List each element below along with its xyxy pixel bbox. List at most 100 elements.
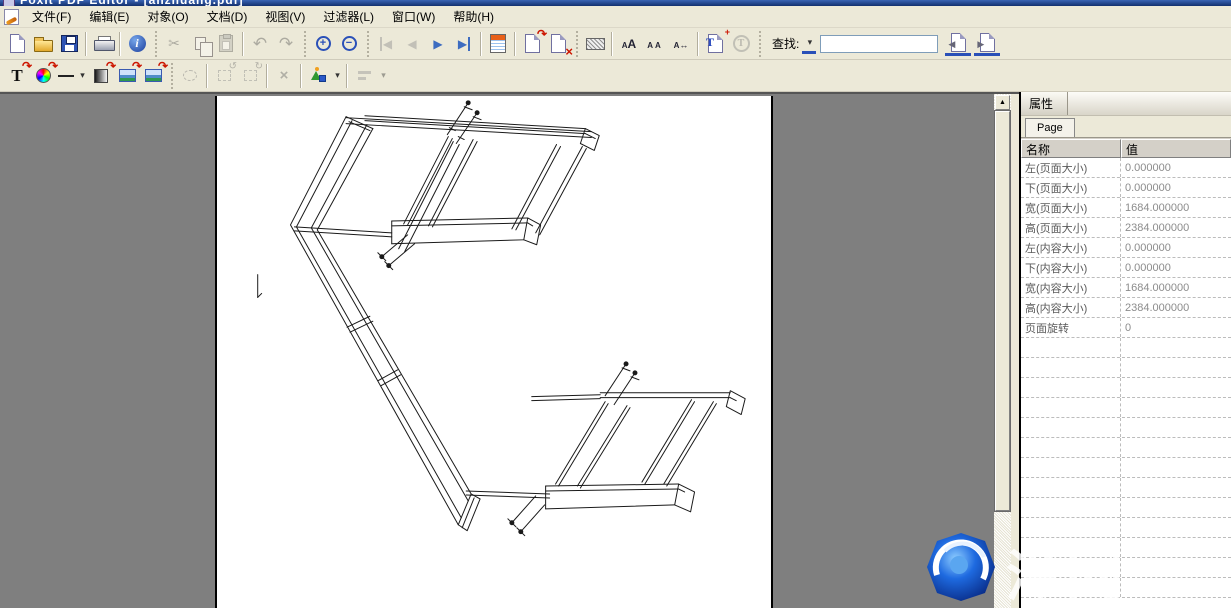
- red-curve-icon: ↷: [158, 59, 168, 73]
- add-image-button[interactable]: ↷: [140, 63, 166, 89]
- empty-row: [1021, 478, 1231, 498]
- hatch-pattern-button[interactable]: [582, 31, 608, 57]
- property-row[interactable]: 宽(内容大小) 1684.000000: [1021, 278, 1231, 298]
- menu-file[interactable]: 文件(F): [23, 5, 80, 28]
- scrollbar-thumb[interactable]: [995, 111, 1010, 511]
- add-text-button[interactable]: T↷: [4, 63, 30, 89]
- menu-edit[interactable]: 编辑(E): [80, 5, 138, 28]
- save-button[interactable]: [56, 31, 82, 57]
- new-document-button[interactable]: [4, 31, 30, 57]
- next-page-button[interactable]: ▶: [425, 31, 451, 57]
- align-objects-button[interactable]: [351, 63, 377, 89]
- property-row[interactable]: 左(页面大小) 0.000000: [1021, 158, 1231, 178]
- line-icon: [58, 75, 74, 77]
- page-layout-button[interactable]: [485, 31, 511, 57]
- arrows-icon: ↔: [679, 40, 688, 50]
- document-canvas[interactable]: [0, 92, 994, 608]
- toolbar-main: i ✂ ↶ ↷ + − ◀ ◀ ▶ ▶ ↷ × AA AA A↔ T+ T 查找…: [0, 28, 1231, 60]
- fill-gradient-button[interactable]: ↷: [88, 63, 114, 89]
- edit-color-button[interactable]: ↷: [30, 63, 56, 89]
- edit-image-button[interactable]: ↷: [114, 63, 140, 89]
- toolbar-grip[interactable]: [154, 31, 157, 57]
- property-name: 宽(内容大小): [1021, 278, 1121, 297]
- rotate-page-button[interactable]: ↷: [519, 31, 545, 57]
- toolbar-grip[interactable]: [758, 31, 761, 57]
- line-style-dropdown[interactable]: ▾: [76, 63, 88, 89]
- property-row[interactable]: 下(页面大小) 0.000000: [1021, 178, 1231, 198]
- menu-view[interactable]: 视图(V): [256, 5, 314, 28]
- main-area: ▲ 属性 Page 名称 值 左(页面大小) 0.000000 下(页面大小) …: [0, 92, 1231, 608]
- open-file-button[interactable]: [30, 31, 56, 57]
- find-group: 查找: ▾ ◀ ▶: [769, 32, 1000, 56]
- menu-window[interactable]: 窗口(W): [383, 5, 444, 28]
- zoom-in-button[interactable]: +: [310, 31, 336, 57]
- separator: [300, 64, 302, 88]
- line-style-button[interactable]: [56, 63, 76, 89]
- toolbar-grip[interactable]: [366, 31, 369, 57]
- zoom-out-button[interactable]: −: [336, 31, 362, 57]
- rotate-left-icon: ↺: [229, 61, 237, 72]
- menu-filter[interactable]: 过滤器(L): [314, 5, 383, 28]
- blue-t-icon: T: [706, 35, 714, 50]
- insert-shape-button[interactable]: [305, 63, 331, 89]
- toolbar-grip[interactable]: [303, 31, 306, 57]
- last-page-button[interactable]: ▶: [451, 31, 477, 57]
- arrow-right-icon: ▶: [977, 39, 984, 50]
- property-value: 0.000000: [1121, 238, 1231, 257]
- replace-font-button[interactable]: AA: [616, 31, 642, 57]
- insert-shape-dropdown[interactable]: ▾: [331, 63, 343, 89]
- menu-help[interactable]: 帮助(H): [444, 5, 503, 28]
- pdf-page[interactable]: [215, 96, 773, 608]
- cut-button[interactable]: ✂: [161, 31, 187, 57]
- add-text-object-button[interactable]: T+: [702, 31, 728, 57]
- delete-page-button[interactable]: ×: [545, 31, 571, 57]
- align-dropdown[interactable]: ▾: [377, 63, 389, 89]
- vertical-scrollbar[interactable]: ▲: [994, 92, 1011, 608]
- new-page-icon: [10, 34, 25, 53]
- find-input[interactable]: [820, 35, 938, 53]
- rotate-right-button[interactable]: ↻: [237, 63, 263, 89]
- text-state-button[interactable]: T: [728, 31, 754, 57]
- search-backward-button[interactable]: ◀: [945, 32, 971, 56]
- align-bars-icon: [358, 71, 371, 80]
- property-row[interactable]: 下(内容大小) 0.000000: [1021, 258, 1231, 278]
- previous-page-button[interactable]: ◀: [399, 31, 425, 57]
- find-dropdown-button[interactable]: ▾: [802, 34, 816, 54]
- app-icon: [3, 0, 15, 6]
- paste-button[interactable]: [213, 31, 239, 57]
- menu-document[interactable]: 文档(D): [198, 5, 257, 28]
- property-name: 页面旋转: [1021, 318, 1121, 337]
- font-spacing-button[interactable]: AA: [642, 31, 668, 57]
- undo-icon: ↶: [253, 34, 267, 54]
- delete-object-button[interactable]: ×: [271, 63, 297, 89]
- tab-page[interactable]: Page: [1025, 118, 1075, 137]
- chevron-down-icon: ▾: [335, 70, 340, 81]
- property-row[interactable]: 页面旋转 0: [1021, 318, 1231, 338]
- toolbar-grip[interactable]: [170, 63, 173, 89]
- column-name[interactable]: 名称: [1021, 139, 1121, 158]
- redo-button[interactable]: ↷: [273, 31, 299, 57]
- rotate-left-button[interactable]: ↺: [211, 63, 237, 89]
- empty-row: [1021, 518, 1231, 538]
- technical-drawing: [217, 96, 771, 608]
- rotate-right-icon: ↻: [255, 61, 263, 72]
- page-icon: [551, 34, 566, 53]
- print-button[interactable]: [90, 31, 116, 57]
- scroll-up-button[interactable]: ▲: [995, 95, 1010, 110]
- menu-object[interactable]: 对象(O): [138, 5, 197, 28]
- first-page-button[interactable]: ◀: [373, 31, 399, 57]
- undo-button[interactable]: ↶: [247, 31, 273, 57]
- document-info-button[interactable]: i: [124, 31, 150, 57]
- column-value[interactable]: 值: [1121, 139, 1231, 158]
- copy-button[interactable]: [187, 31, 213, 57]
- property-row[interactable]: 高(页面大小) 2384.000000: [1021, 218, 1231, 238]
- deselect-button[interactable]: [177, 63, 203, 89]
- property-row[interactable]: 高(内容大小) 2384.000000: [1021, 298, 1231, 318]
- property-row[interactable]: 宽(页面大小) 1684.000000: [1021, 198, 1231, 218]
- separator: [242, 32, 244, 56]
- property-row[interactable]: 左(内容大小) 0.000000: [1021, 238, 1231, 258]
- font-width-button[interactable]: A↔: [668, 31, 694, 57]
- zoom-in-icon: +: [316, 36, 331, 51]
- toolbar-grip[interactable]: [575, 31, 578, 57]
- search-forward-button[interactable]: ▶: [974, 32, 1000, 56]
